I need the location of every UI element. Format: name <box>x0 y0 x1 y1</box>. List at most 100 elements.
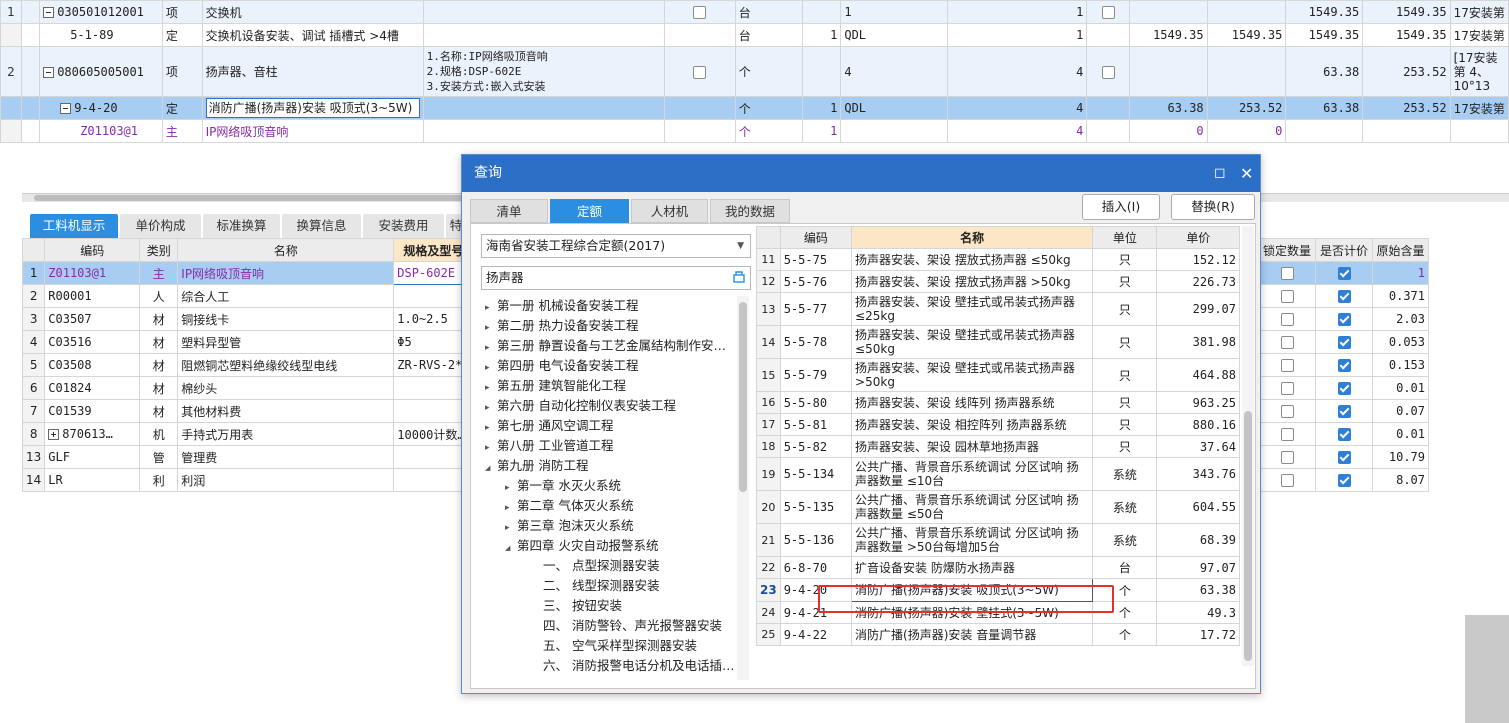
lock-qty-checkbox[interactable] <box>1280 451 1294 464</box>
right-row[interactable]: 10.79 <box>1258 445 1429 469</box>
top-cell-c4[interactable]: 1549.35 <box>1362 0 1451 24</box>
resource-row[interactable]: 2R00001人综合人工工 <box>21 284 493 308</box>
top-cell-qty_formula[interactable] <box>802 46 842 97</box>
tree-node[interactable]: 三、 按钮安装 <box>531 596 622 616</box>
lock-qty-checkbox[interactable] <box>1280 405 1294 418</box>
top-cell-qty_exp[interactable]: 1 <box>840 0 949 24</box>
top-cell-col11[interactable] <box>1086 46 1130 97</box>
top-cell-col11[interactable] <box>1086 0 1130 24</box>
top-table-row[interactable]: 5-1-89 定 交换机设备安装、调试 插槽式 >4槽 台 1 QDL 1 1549.35 15… <box>0 23 1509 47</box>
maximize-icon[interactable]: ◻ <box>1214 155 1226 192</box>
top-cell-c3[interactable]: 1549.35 <box>1285 0 1364 24</box>
row-checkbox[interactable] <box>693 65 707 79</box>
top-cell-name[interactable]: IP网络吸顶音响 <box>201 119 424 143</box>
right-row[interactable]: 0.07 <box>1258 399 1429 423</box>
library-select[interactable]: 海南省安装工程综合定额(2017) ▼ <box>481 234 751 258</box>
bottom-tab-4[interactable]: 安装费用 <box>363 214 444 238</box>
tree-node[interactable]: ▸ 第八册 工业管道工程 <box>485 436 613 456</box>
expand-arrow-icon[interactable]: ▸ <box>485 358 497 378</box>
tree-node[interactable]: ▸ 第七册 通风空调工程 <box>485 416 613 436</box>
priced-checkbox[interactable] <box>1337 359 1351 372</box>
priced-checkbox[interactable] <box>1337 290 1351 303</box>
lock-qty-checkbox[interactable] <box>1280 474 1294 487</box>
top-cell-c2[interactable] <box>1206 46 1287 97</box>
top-table-row[interactable]: 2 080605005001 项 扬声器、音柱 1.名称:IP网络吸顶音响 2.规格:D… <box>0 46 1509 97</box>
expand-arrow-icon[interactable]: ▸ <box>505 498 517 518</box>
resource-row[interactable]: 1 Z01103@1 主 IP网络吸顶音响 DSP-602E <box>21 261 493 285</box>
top-cell-col1[interactable] <box>20 119 41 143</box>
quota-header[interactable]: 单价 <box>1156 226 1240 249</box>
tree-node[interactable]: ▸ 第三章 泡沫灭火系统 <box>505 516 633 536</box>
top-cell-name[interactable]: 交换机 <box>201 0 424 24</box>
top-cell-col6[interactable] <box>663 0 736 24</box>
resource-row[interactable]: 13 GLF 管管理费 <box>21 445 493 469</box>
top-cell-desc[interactable] <box>422 119 665 143</box>
top-cell-c5[interactable]: 17安装第 <box>1449 0 1509 24</box>
top-cell-c4[interactable] <box>1362 119 1451 143</box>
collapse-icon[interactable] <box>60 103 72 114</box>
top-cell-rn[interactable]: 1 <box>0 0 22 24</box>
top-cell-col6[interactable] <box>663 23 736 47</box>
expand-arrow-icon[interactable]: ▸ <box>485 438 497 458</box>
top-cell-c1[interactable] <box>1128 0 1208 24</box>
search-filter-icon[interactable] <box>732 270 746 284</box>
resource-header[interactable]: 类别 <box>139 238 179 262</box>
top-table-row[interactable]: 1 030501012001 项 交换机 台 1 1 1549.35 1549.35 17安装第 <box>0 0 1509 24</box>
priced-checkbox[interactable] <box>1337 267 1351 280</box>
tree-node[interactable]: ▸ 第六册 自动化控制仪表安装工程 <box>485 396 676 416</box>
priced-checkbox[interactable] <box>1337 451 1351 464</box>
top-cell-qty_exp[interactable] <box>840 119 949 143</box>
expand-arrow-icon[interactable]: ▸ <box>485 418 497 438</box>
top-cell-col1[interactable] <box>20 0 41 24</box>
top-cell-c2[interactable] <box>1206 0 1287 24</box>
top-cell-name[interactable]: 扬声器、音柱 <box>201 46 424 97</box>
tree-node[interactable]: ▸ 第二册 热力设备安装工程 <box>485 316 638 336</box>
quota-header[interactable]: 名称 <box>851 226 1094 249</box>
quota-scrollbar[interactable] <box>1242 226 1254 666</box>
tree-node[interactable]: 二、 线型探测器安装 <box>531 576 659 596</box>
tree-node[interactable]: ▸ 第四册 电气设备安装工程 <box>485 356 638 376</box>
top-cell-qty_exp[interactable]: QDL <box>840 23 949 47</box>
priced-checkbox[interactable] <box>1337 313 1351 326</box>
tree-node[interactable]: 六、 消防报警电话分机及电话插… <box>531 656 734 676</box>
right-row[interactable]: 0.371 <box>1258 284 1429 308</box>
top-cell-type[interactable]: 项 <box>161 46 203 97</box>
top-cell-qty_formula[interactable]: 1 <box>802 96 842 120</box>
resource-row[interactable]: 7 C01539 材其他材料费 <box>21 399 493 423</box>
top-cell-c3[interactable]: 1549.35 <box>1285 23 1364 47</box>
top-cell-name[interactable]: 消防广播(扬声器)安装 吸顶式(3~5W) <box>201 96 424 120</box>
right-row[interactable]: 0.01 <box>1258 422 1429 446</box>
top-cell-c4[interactable]: 253.52 <box>1362 96 1451 120</box>
dialog-titlebar[interactable]: 查询 ◻ ✕ <box>462 155 1260 192</box>
top-cell-c1[interactable] <box>1128 46 1208 97</box>
quota-row[interactable]: 12 5-5-76 扬声器安装、架设 摆放式扬声器 >50kg 只 226.73 <box>756 270 1240 293</box>
row-checkbox[interactable] <box>693 6 707 19</box>
expand-icon[interactable] <box>48 429 60 440</box>
lock-qty-checkbox[interactable] <box>1280 290 1294 303</box>
top-cell-desc[interactable]: 1.名称:IP网络吸顶音响 2.规格:DSP-602E 3.安装方式:嵌入式安装 <box>422 46 665 97</box>
tree-node[interactable]: ▸ 第二章 气体灭火系统 <box>505 496 633 516</box>
top-cell-c5[interactable]: 17安装第 <box>1449 23 1509 47</box>
top-cell-rn[interactable] <box>0 96 22 120</box>
tree-node[interactable]: ▸ 第三册 静置设备与工艺金属结构制作安… <box>485 336 726 356</box>
dialog-tab-0[interactable]: 清单 <box>470 199 548 223</box>
priced-checkbox[interactable] <box>1337 474 1351 487</box>
quota-row[interactable]: 21 5-5-136 公共广播、背景音乐系统调试 分区试响 扬声器数量 >50台每增… <box>756 523 1240 557</box>
name-edit-field[interactable]: 消防广播(扬声器)安装 吸顶式(3~5W) <box>205 98 420 118</box>
lock-qty-checkbox[interactable] <box>1280 267 1294 280</box>
dialog-tab-3[interactable]: 我的数据 <box>710 199 790 223</box>
quota-row[interactable]: 20 5-5-135 公共广播、背景音乐系统调试 分区试响 扬声器数量 ≤50台 系统… <box>756 490 1240 524</box>
quota-row[interactable]: 25 9-4-22 消防广播(扬声器)安装 音量调节器个 17.72 <box>756 623 1240 646</box>
quota-row[interactable]: 22 6-8-70 扩音设备安装 防爆防水扬声器台 97.07 <box>756 556 1240 579</box>
top-cell-qty[interactable]: 1 <box>947 23 1088 47</box>
top-cell-qty[interactable]: 4 <box>947 46 1088 97</box>
top-cell-c2[interactable]: 1549.35 <box>1206 23 1287 47</box>
expand-arrow-icon[interactable]: ▸ <box>485 338 497 358</box>
top-cell-c3[interactable] <box>1285 119 1364 143</box>
tree-node[interactable]: ◢ 第四章 火灾自动报警系统 <box>505 536 658 556</box>
top-cell-col6[interactable] <box>663 119 736 143</box>
top-cell-c1[interactable]: 63.38 <box>1128 96 1208 120</box>
quota-header[interactable]: 单位 <box>1092 226 1158 249</box>
top-cell-unit[interactable]: 台 <box>734 0 804 24</box>
resource-header[interactable]: 名称 <box>177 238 395 262</box>
